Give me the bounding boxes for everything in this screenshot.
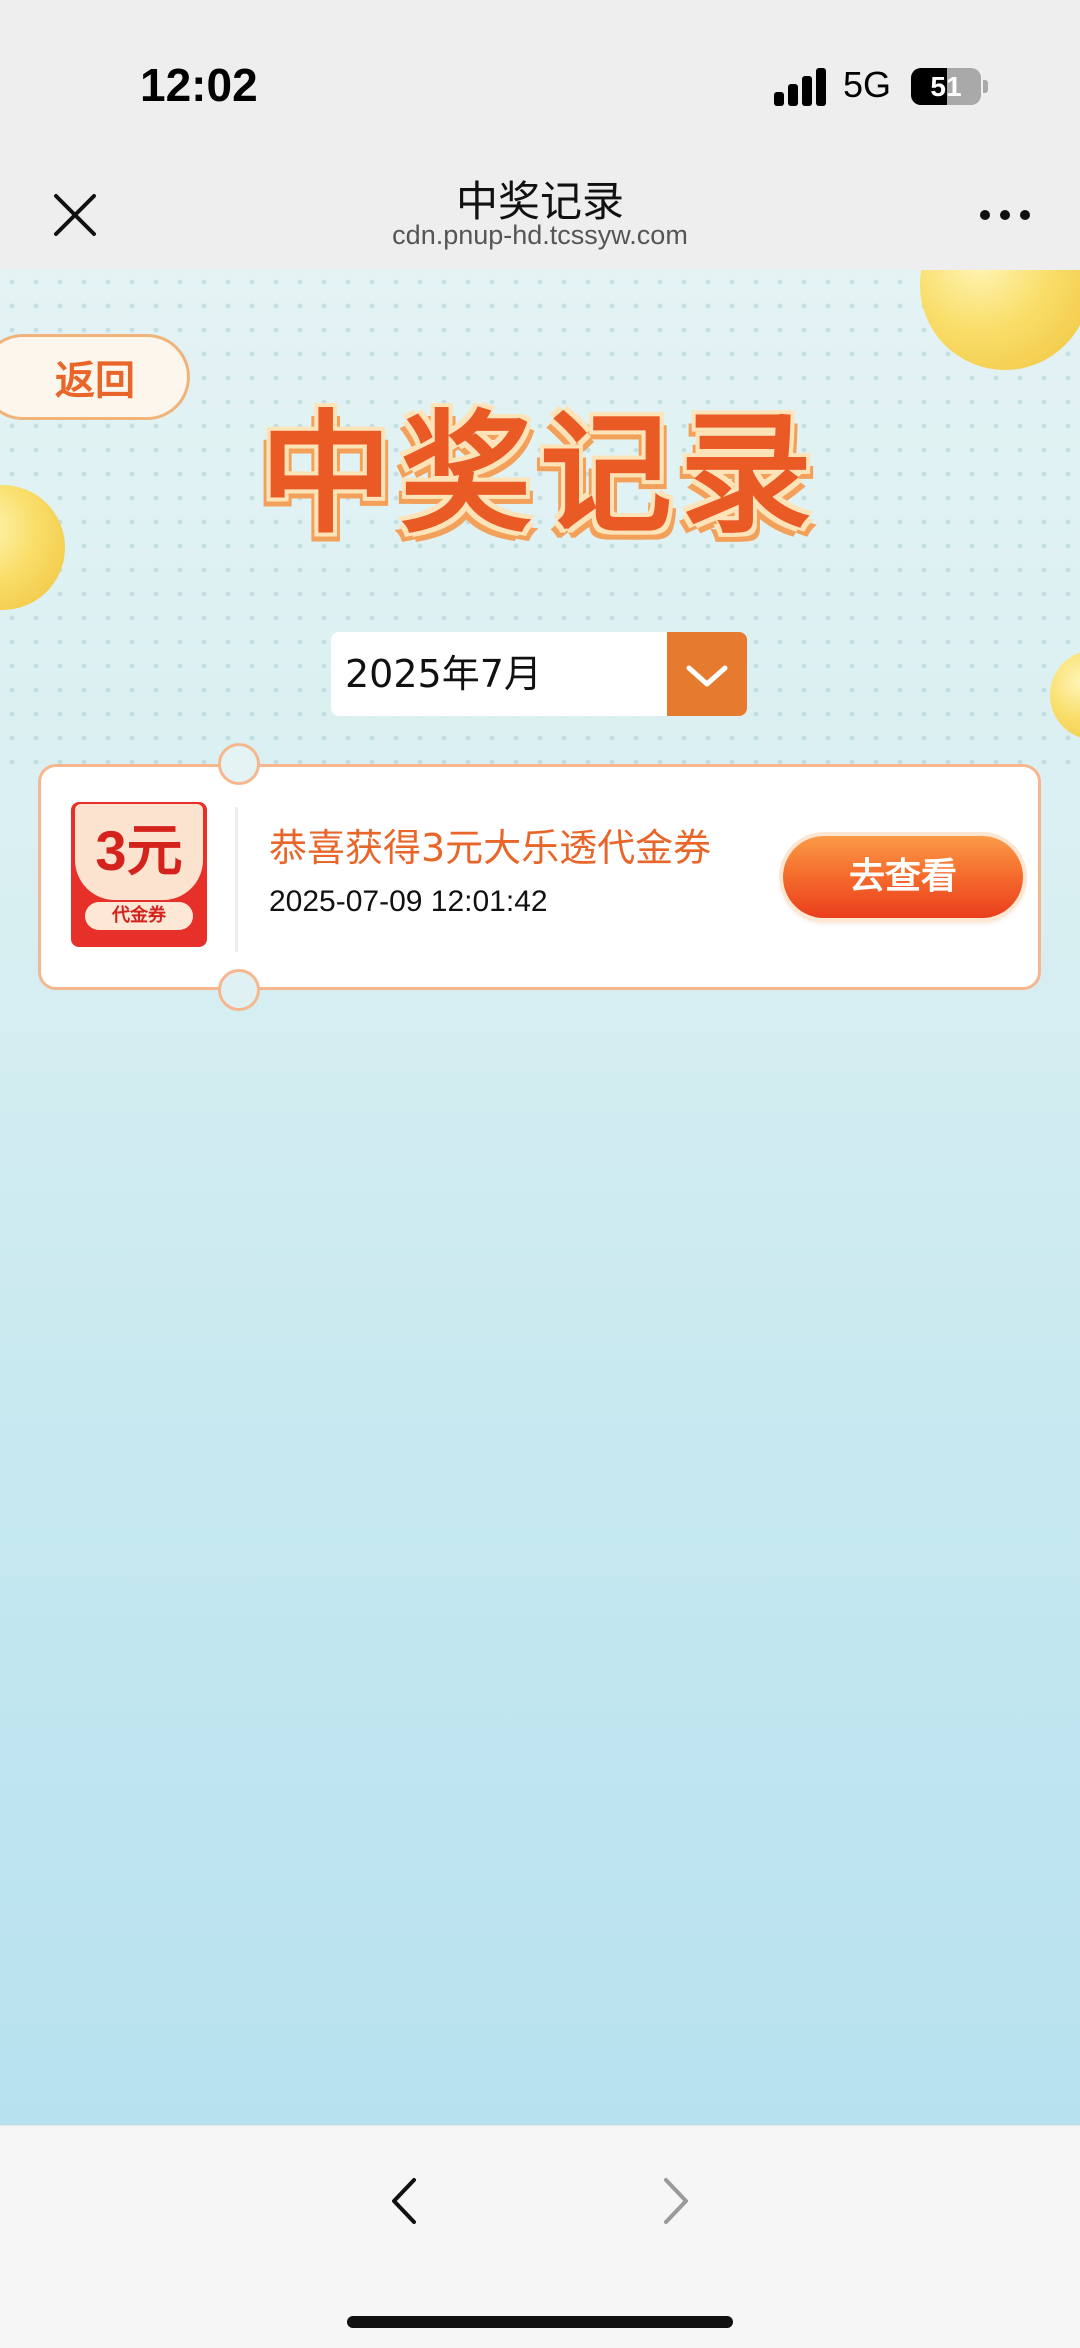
month-dropdown-button[interactable]: [667, 632, 747, 716]
battery-cap: [983, 80, 988, 93]
battery-level: 51: [930, 71, 962, 102]
signal-icon: [774, 68, 828, 106]
month-select[interactable]: 2025年7月: [331, 632, 747, 716]
coupon-value: 3元: [95, 819, 183, 882]
chevron-right-icon: [664, 2178, 688, 2224]
card-notch: [218, 969, 260, 1011]
more-button[interactable]: [975, 200, 1035, 230]
month-value: 2025年7月: [345, 652, 542, 696]
banner: 中奖记录: [0, 390, 1080, 560]
home-indicator: [347, 2316, 733, 2328]
more-icon-dot: [1000, 210, 1010, 220]
card-notch: [218, 743, 260, 785]
record-card: 3元 代金券 恭喜获得3元大乐透代金券 2025-07-09 12:01:42 …: [38, 743, 1041, 1011]
view-button[interactable]: 去查看: [783, 836, 1023, 918]
more-icon: [980, 210, 990, 220]
prize-title: 恭喜获得3元大乐透代金券: [269, 826, 712, 870]
prize-time: 2025-07-09 12:01:42: [269, 885, 548, 918]
browser-back-button[interactable]: [380, 2166, 430, 2236]
battery-icon: 51: [911, 68, 981, 105]
coupon-label: 代金券: [85, 902, 193, 930]
nav-bar: 中奖记录 cdn.pnup-hd.tcssyw.com: [0, 150, 1080, 270]
status-bar: 12:02 5G 51: [0, 0, 1080, 150]
chevron-left-icon: [392, 2178, 416, 2224]
browser-forward-button[interactable]: [650, 2166, 700, 2236]
network-type: 5G: [843, 64, 892, 105]
browser-toolbar: [0, 2125, 1080, 2348]
status-time: 12:02: [140, 59, 258, 111]
more-icon-dot: [1020, 210, 1030, 220]
card-divider: [235, 807, 238, 952]
page-url: cdn.pnup-hd.tcssyw.com: [392, 220, 688, 250]
banner-title: 中奖记录: [260, 398, 820, 552]
page-content: 返回 中奖记录 2025年7月 3元 代金券 恭喜获得3元大乐透代金券 2025…: [0, 270, 1080, 2125]
coupon-icon: 3元 代金券: [71, 802, 207, 947]
chevron-down-icon: [686, 665, 728, 687]
